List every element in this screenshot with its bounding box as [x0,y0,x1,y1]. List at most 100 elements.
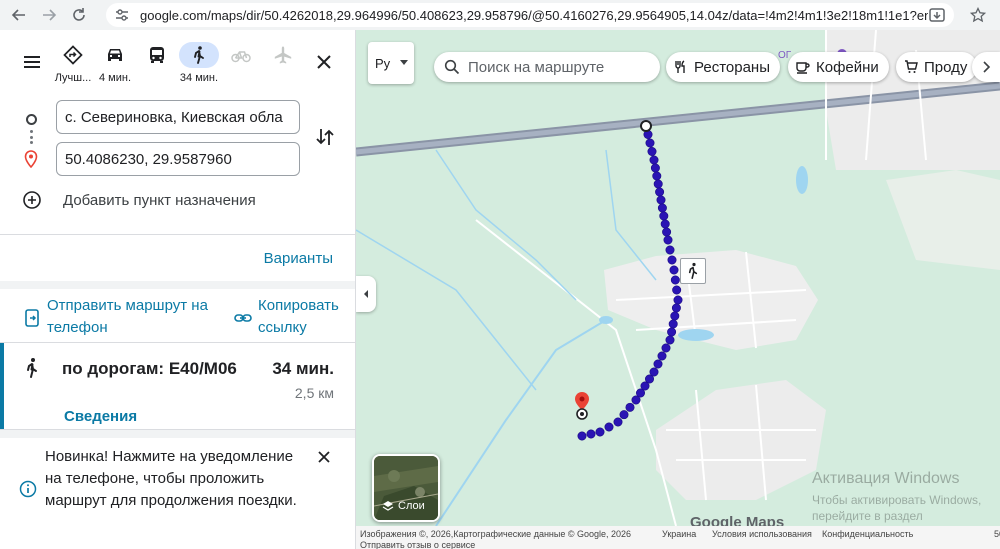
forward-button[interactable] [38,4,60,26]
mode-walk-icon-wrap [179,42,219,68]
chip-label: Кофейни [816,58,879,76]
map-canvas[interactable]: ОГ Ру Поиск на маршруте Рестораны Кофейн… [356,30,1000,526]
windows-activation-text: Чтобы активировать Windows, перейдите в … [812,493,982,526]
chevron-right-icon [983,61,991,73]
route-dot [655,187,665,197]
route-dot [667,327,677,337]
mode-car-label: 4 мин. [98,72,131,84]
bus-icon [150,47,164,63]
arrow-left-icon [11,9,25,21]
search-along-route[interactable]: Поиск на маршруте [434,52,660,82]
walking-icon [688,262,698,279]
mode-walk-label: 34 мин. [179,72,219,84]
route-dot [668,319,678,329]
mode-flight[interactable] [258,42,308,94]
chip-label: Рестораны [694,58,770,76]
route-dot [649,155,659,165]
route-dot [665,335,675,345]
restaurant-icon [675,60,685,73]
origin-circle-icon [26,114,37,125]
route-dot [669,265,679,275]
route-dot [653,179,663,189]
menu-icon[interactable] [20,50,44,74]
chips-next-button[interactable] [972,52,1000,82]
search-icon [444,59,460,75]
search-placeholder: Поиск на маршруте [468,58,605,76]
chip-groceries[interactable]: Проду [896,52,978,82]
divider [0,234,355,235]
mode-flight-icon-wrap [263,42,303,68]
origin-marker[interactable] [640,120,652,132]
send-to-phone-button[interactable]: Отправить маршрут на телефон [47,295,217,339]
route-dot [613,417,623,427]
layers-button[interactable]: Слои [372,454,440,522]
route-dot [652,171,662,181]
bicycle-icon [231,51,251,63]
collapse-panel-button[interactable] [356,276,376,312]
bookmark-star-icon[interactable] [970,7,986,23]
address-bar[interactable]: google.com/maps/dir/50.4262018,29.964996… [106,3,954,27]
chip-cafes[interactable]: Кофейни [788,52,889,82]
back-button[interactable] [8,4,30,26]
close-icon[interactable] [315,448,333,466]
copy-link-button[interactable]: Копировать ссылку [258,295,354,339]
country-link[interactable]: Украина [662,529,696,539]
route-dot [670,275,680,285]
terms-link[interactable]: Условия использования [712,529,812,539]
site-settings-icon[interactable] [114,7,130,23]
reload-button[interactable] [68,4,90,26]
walking-icon [27,358,37,378]
chevron-down-icon [400,60,408,65]
chevron-left-icon [364,290,368,298]
route-dot [645,138,655,148]
destination-pin-icon [24,150,38,168]
route-dot [657,203,667,213]
route-dot [660,219,670,229]
open-in-app-icon[interactable] [928,6,946,24]
car-icon [108,49,122,61]
options-button[interactable]: Варианты [264,250,333,267]
chip-restaurants[interactable]: Рестораны [666,52,780,82]
mode-bike-icon-wrap [221,42,261,68]
section-divider [0,430,355,438]
browser-toolbar: google.com/maps/dir/50.4262018,29.964996… [0,0,1000,30]
layers-icon [382,501,394,511]
add-destination-button[interactable]: Добавить пункт назначения [22,190,256,210]
windows-activation-title: Активация Windows [812,470,960,487]
language-select[interactable]: Ру [368,42,414,84]
route-dot [653,359,663,369]
route-dot [595,427,605,437]
route-dot [673,295,683,305]
origin-input[interactable]: с. Севериновка, Киевская обла [56,100,300,134]
mode-best-icon-wrap [53,42,93,68]
travel-mode-bar: Лучш... 4 мин. 34 мин. [0,30,355,96]
route-dot [577,431,587,441]
language-value: Ру [375,55,391,71]
route-dot [657,351,667,361]
destination-marker[interactable] [575,392,589,420]
route-details-link[interactable]: Сведения [64,408,137,425]
route-dot [671,303,681,313]
route-dot [625,402,635,412]
google-maps-logo: Google Maps [690,514,785,526]
url-text[interactable]: google.com/maps/dir/50.4262018,29.964996… [140,8,928,23]
news-text: Новинка! Нажмите на уведомление на телеф… [45,448,297,509]
swap-directions-icon[interactable] [314,126,336,148]
map-attribution-bar: Изображения ©, 2026,Картографические дан… [356,526,1000,549]
airplane-icon [274,46,292,64]
walking-icon [194,46,204,64]
scale-label: 50 [994,529,1000,539]
arrow-right-icon [43,9,57,21]
feedback-link[interactable]: Отправить отзыв о сервисе [360,540,475,549]
route-walking-marker[interactable] [680,258,706,284]
destination-input[interactable]: 50.4086230, 29.9587960 [56,142,300,176]
mode-transit-icon-wrap [137,42,177,68]
route-dot [586,429,596,439]
selected-route-accent [0,343,4,429]
close-directions-icon[interactable] [312,50,336,74]
route-option-card[interactable]: по дорогам: E40/M06 34 мин. 2,5 км Сведе… [0,343,355,429]
coffee-icon [796,62,810,74]
route-dot [650,163,660,173]
cart-icon [905,60,918,73]
privacy-link[interactable]: Конфиденциальность [822,529,913,539]
